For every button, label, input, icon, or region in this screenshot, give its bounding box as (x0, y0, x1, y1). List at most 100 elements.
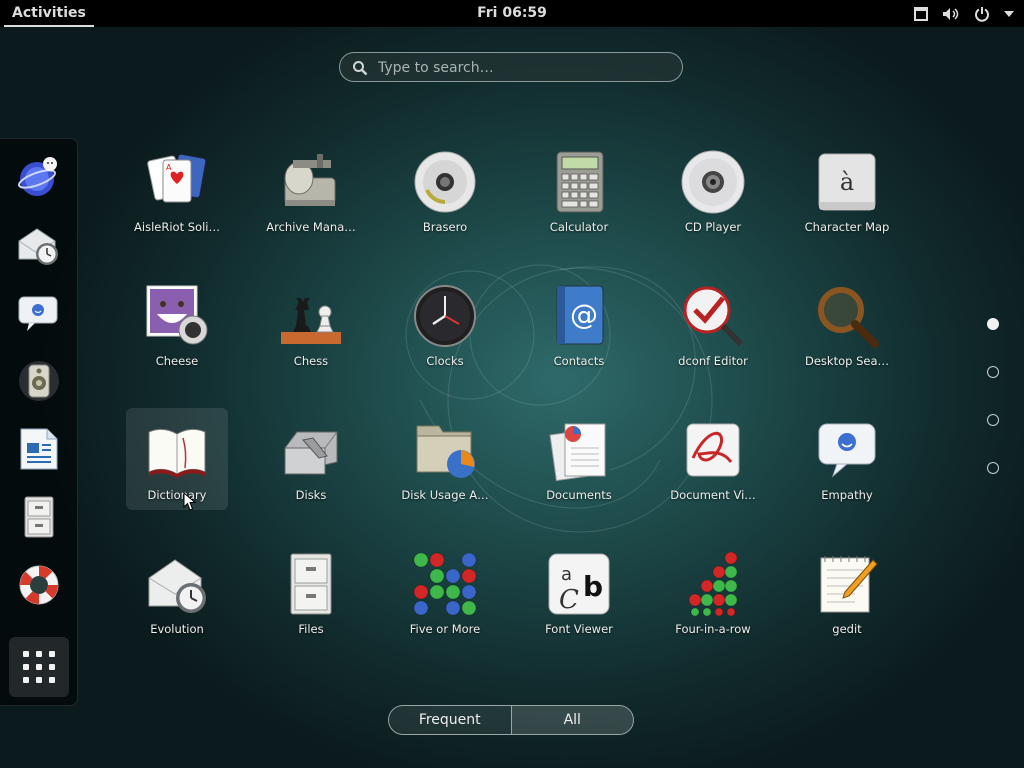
app-tile[interactable]: Disk Usage A… (394, 408, 496, 510)
grid-icon (23, 651, 55, 683)
dash-item-speaker[interactable] (11, 353, 67, 409)
app-label: Calculator (549, 220, 609, 234)
window-icon[interactable] (914, 6, 928, 21)
app-tile[interactable]: Brasero (394, 140, 496, 242)
four-in-a-row-icon (688, 552, 738, 616)
dash-item-files[interactable] (11, 489, 67, 545)
menu-arrow-icon[interactable] (1004, 10, 1014, 18)
app-tile[interactable]: gedit (796, 542, 898, 644)
svg-text:à: à (840, 168, 854, 196)
app-tile[interactable]: Calculator (528, 140, 630, 242)
app-tile[interactable]: Dictionary (126, 408, 228, 510)
app-label: Character Map (804, 220, 890, 234)
character-map-icon: à (818, 153, 876, 211)
system-status-area[interactable] (914, 0, 1014, 27)
app-label: Brasero (422, 220, 468, 234)
app-tile[interactable]: Desktop Sea… (796, 274, 898, 376)
show-applications-button[interactable] (9, 637, 69, 697)
page-dot-2[interactable] (987, 366, 999, 378)
app-tile[interactable]: Clocks (394, 274, 496, 376)
app-tile[interactable]: Archive Mana… (260, 140, 362, 242)
app-label: CD Player (684, 220, 742, 234)
svg-text:b: b (583, 570, 603, 603)
volume-icon[interactable] (942, 7, 960, 21)
search-input[interactable] (376, 53, 670, 83)
page-dot-4[interactable] (987, 462, 999, 474)
cheese-icon (146, 285, 208, 345)
app-tile[interactable]: à Character Map (796, 140, 898, 242)
chat-icon (18, 296, 58, 331)
app-label: Archive Mana… (266, 220, 356, 234)
app-tile[interactable]: Evolution (126, 542, 228, 644)
dash-item-empathy[interactable] (11, 149, 67, 205)
disc-burner-icon (414, 151, 476, 213)
app-label: Four-in-a-row (675, 622, 751, 636)
app-tile[interactable]: Four-in-a-row (662, 542, 764, 644)
disk-usage-icon (416, 425, 475, 478)
app-tile[interactable]: Empathy (796, 408, 898, 510)
svg-text:C: C (559, 585, 579, 615)
app-label: Files (298, 622, 324, 636)
page-dot-3[interactable] (987, 414, 999, 426)
app-tile[interactable]: Document Vi… (662, 408, 764, 510)
archive-icon (284, 154, 336, 206)
disk-icon (284, 431, 338, 475)
app-tile[interactable]: a C b Font Viewer (528, 542, 630, 644)
dash-item-writer[interactable] (11, 421, 67, 477)
writer-icon (20, 428, 58, 470)
app-label: Documents (546, 488, 612, 502)
mouse-cursor-icon (183, 492, 197, 511)
app-label: gedit (832, 622, 862, 636)
evolution-icon (148, 559, 206, 613)
svg-text:@: @ (570, 298, 598, 331)
app-label: Cheese (155, 354, 199, 368)
app-tile[interactable]: CD Player (662, 140, 764, 242)
clock-icon (414, 285, 476, 347)
clock[interactable]: Fri 06:59 (0, 0, 1024, 27)
app-tile[interactable]: Cheese (126, 274, 228, 376)
power-icon[interactable] (974, 6, 990, 22)
documents-icon (549, 423, 606, 482)
app-tile[interactable]: A AisleRiot Soli… (126, 140, 228, 242)
font-viewer-icon: a C b (548, 553, 610, 615)
calculator-icon (556, 151, 604, 213)
document-viewer-icon (686, 423, 740, 477)
dash-item-evolution[interactable] (11, 217, 67, 273)
five-or-more-icon (413, 552, 477, 616)
page-dot-1[interactable] (987, 318, 999, 330)
file-cabinet-icon (24, 496, 54, 538)
speaker-icon (19, 361, 59, 401)
app-tile[interactable]: Documents (528, 408, 630, 510)
app-label: Contacts (553, 354, 605, 368)
frequent-tab[interactable]: Frequent (389, 706, 512, 734)
app-tile[interactable]: Disks (260, 408, 362, 510)
app-label: Desktop Sea… (804, 354, 889, 368)
search-box[interactable] (339, 52, 683, 83)
dash-item-chat[interactable] (11, 285, 67, 341)
dash-item-help[interactable] (11, 557, 67, 613)
app-label: AisleRiot Soli… (134, 220, 220, 234)
evolution-icon (18, 228, 58, 265)
app-label: Empathy (821, 488, 873, 502)
app-label: Clocks (426, 354, 464, 368)
all-tab[interactable]: All (511, 706, 633, 734)
dconf-icon (683, 286, 744, 347)
app-label: Disk Usage A… (401, 488, 489, 502)
app-tile[interactable]: dconf Editor (662, 274, 764, 376)
app-tile[interactable]: Five or More (394, 542, 496, 644)
app-label: Disks (295, 488, 327, 502)
cards-icon: A (147, 153, 207, 203)
cd-icon (681, 150, 745, 214)
app-tile[interactable]: Files (260, 542, 362, 644)
app-tile[interactable]: Chess (260, 274, 362, 376)
search-icon (353, 61, 368, 76)
svg-text:a: a (561, 564, 572, 585)
lifebuoy-icon (19, 565, 59, 605)
empathy-icon (18, 157, 57, 196)
app-label: Font Viewer (545, 622, 613, 636)
app-label: Evolution (150, 622, 204, 636)
app-tile[interactable]: @ Contacts (528, 274, 630, 376)
dash (0, 138, 78, 706)
app-label: dconf Editor (678, 354, 748, 368)
chess-icon (281, 298, 341, 344)
